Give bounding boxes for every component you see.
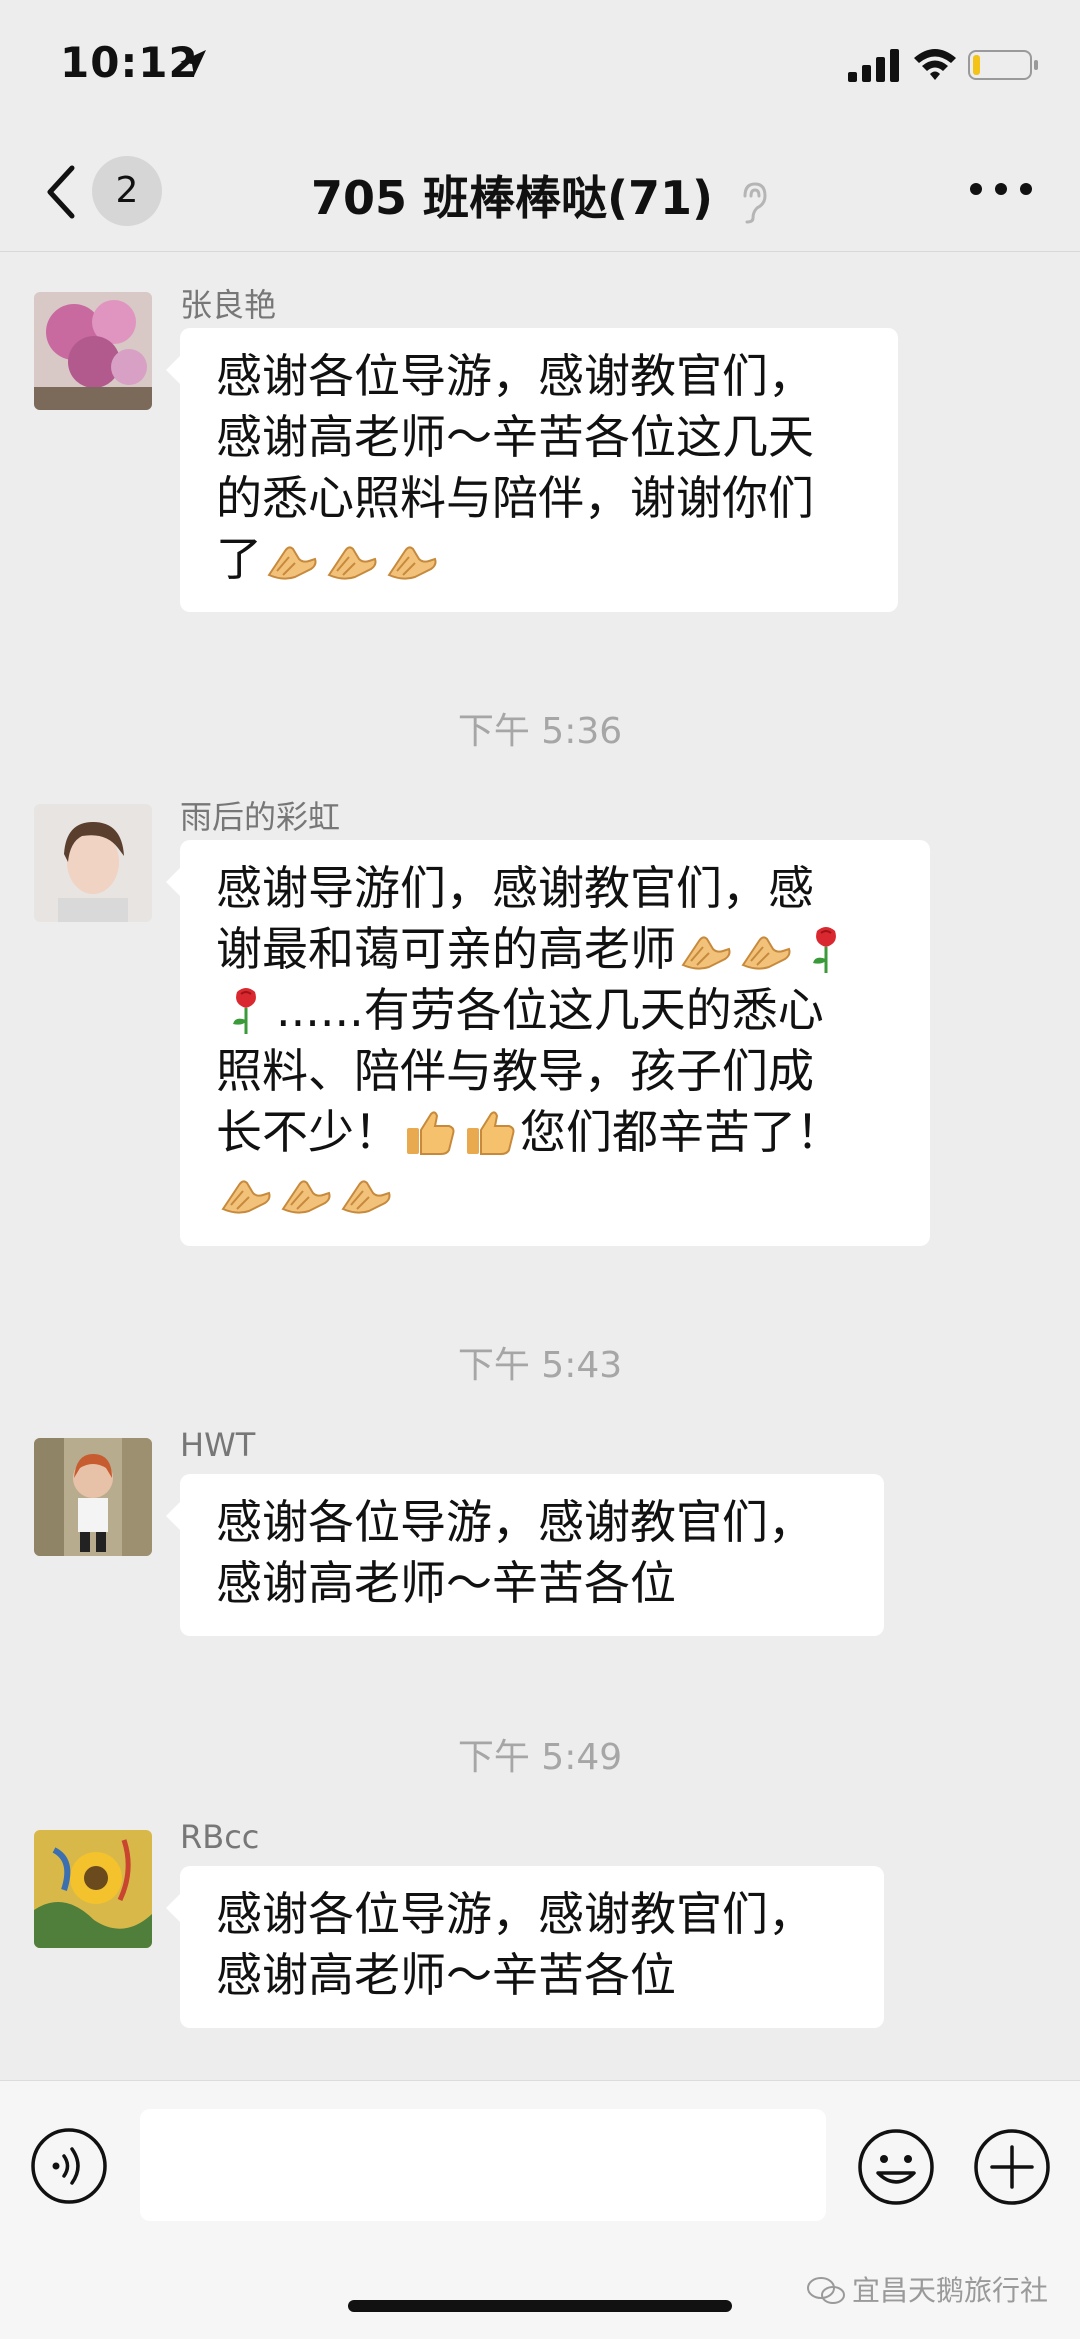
message-bubble[interactable]: 感谢各位导游，感谢教官们， 感谢高老师～辛苦各位: [166, 1474, 884, 1636]
sender-name: 张良艳: [180, 286, 277, 324]
avatar-portrait-image: [34, 804, 152, 922]
chat-title-container: 705 班棒棒哒(71): [0, 162, 1080, 228]
more-actions-plus-icon[interactable]: [972, 2127, 1052, 2207]
emoji-picker-icon[interactable]: [856, 2127, 936, 2207]
watermark: 宜昌天鹅旅行社: [806, 2269, 1048, 2309]
message-line: 了: [216, 532, 262, 586]
message-line: 感谢导游们，感谢教官们，感: [216, 861, 814, 915]
avatar[interactable]: [34, 1438, 152, 1556]
avatar-sunflower-painting-image: [34, 1830, 152, 1948]
message-line: 的悉心照料与陪伴，谢谢你们: [216, 471, 814, 525]
pray-emoji-icon: [385, 535, 439, 583]
pray-emoji-icon: [739, 925, 793, 973]
location-arrow-icon: [180, 50, 206, 76]
message-text-input[interactable]: [140, 2109, 826, 2221]
avatar-flowers-image: [34, 292, 152, 410]
chat-title: 705 班棒棒哒(71): [310, 171, 714, 225]
message-line: ......有劳各位这几天的悉心: [276, 983, 824, 1037]
pray-emoji-icon: [279, 1169, 333, 1217]
message-bubble[interactable]: 感谢各位导游，感谢教官们， 感谢高老师～辛苦各位: [166, 1866, 884, 2028]
timestamp: 下午 5:43: [457, 1345, 623, 1386]
sender-name: RBcc: [180, 1818, 260, 1856]
message-line: 您们都辛苦了！: [520, 1105, 842, 1159]
message-line: 感谢高老师～辛苦各位这几天: [216, 410, 814, 464]
message-line: 感谢各位导游，感谢教官们，: [216, 1495, 814, 1549]
message-line: 长不少！: [216, 1105, 400, 1159]
ear-mode-icon: [743, 181, 767, 223]
chat-header: 2 705 班棒棒哒(71): [0, 132, 1080, 252]
timestamp: 下午 5:49: [457, 1737, 623, 1778]
pray-emoji-icon: [219, 1169, 273, 1217]
pray-emoji-icon: [265, 535, 319, 583]
voice-input-icon[interactable]: [30, 2127, 108, 2205]
watermark-text: 宜昌天鹅旅行社: [852, 2274, 1049, 2307]
home-indicator[interactable]: [348, 2300, 732, 2312]
timestamp: 下午 5:36: [457, 711, 623, 752]
pray-emoji-icon: [325, 535, 379, 583]
avatar[interactable]: [34, 292, 152, 410]
more-options-icon[interactable]: [966, 174, 1036, 204]
thumbs-up-emoji-icon: [403, 1108, 457, 1156]
sender-name: 雨后的彩虹: [180, 798, 341, 836]
pray-emoji-icon: [679, 925, 733, 973]
message-line: 照料、陪伴与教导，孩子们成: [216, 1044, 814, 1098]
message-line: 感谢高老师～辛苦各位: [216, 1556, 676, 1610]
wechat-logo-icon: [807, 2277, 845, 2304]
message-line: 谢最和蔼可亲的高老师: [216, 922, 676, 976]
rose-emoji-icon: [219, 986, 273, 1034]
message-line: 感谢高老师～辛苦各位: [216, 1948, 676, 2002]
message-line: 感谢各位导游，感谢教官们，: [216, 349, 814, 403]
status-bar: 10:12: [0, 0, 1080, 132]
avatar[interactable]: [34, 804, 152, 922]
rose-emoji-icon: [799, 925, 853, 973]
avatar[interactable]: [34, 1830, 152, 1948]
message-line: 感谢各位导游，感谢教官们，: [216, 1887, 814, 1941]
cellular-signal-icon: [848, 49, 899, 82]
pray-emoji-icon: [339, 1169, 393, 1217]
message-bubble[interactable]: 感谢导游们，感谢教官们，感 谢最和蔼可亲的高老师 ......有劳各位这几天的悉…: [166, 840, 930, 1246]
avatar-figure-image: [34, 1438, 152, 1556]
thumbs-up-emoji-icon: [463, 1108, 517, 1156]
battery-icon: [968, 50, 1038, 80]
wifi-icon: [914, 49, 956, 80]
sender-name: HWT: [180, 1426, 256, 1464]
message-bubble[interactable]: 感谢各位导游，感谢教官们， 感谢高老师～辛苦各位这几天 的悉心照料与陪伴，谢谢你…: [166, 328, 898, 612]
